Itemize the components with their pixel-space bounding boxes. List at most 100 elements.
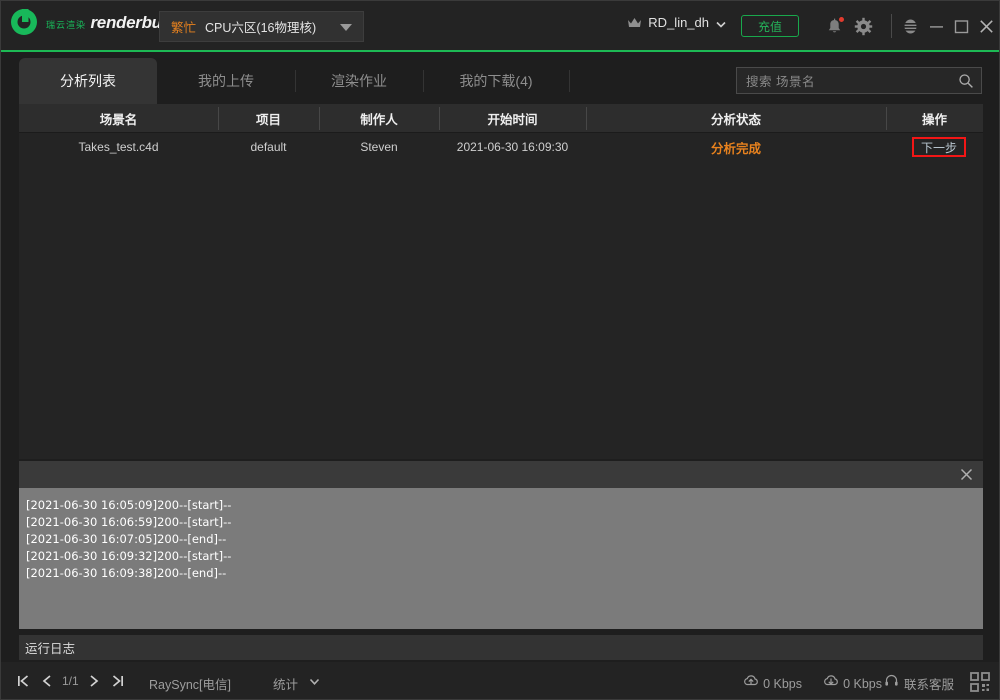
- next-step-label: 下一步: [921, 139, 957, 156]
- download-speed: 0 Kbps: [823, 673, 882, 694]
- column-divider: [586, 107, 587, 130]
- last-page-icon[interactable]: [106, 670, 130, 692]
- logo-text: 瑞云渲染 renderbus: [44, 14, 171, 33]
- tab-divider: [423, 70, 424, 92]
- log-line: [2021-06-30 16:09:38]200--[end]--: [26, 565, 983, 582]
- column-divider: [886, 107, 887, 130]
- log-panel: [2021-06-30 16:05:09]200--[start]-- [202…: [19, 461, 983, 629]
- log-line: [2021-06-30 16:06:59]200--[start]--: [26, 514, 983, 531]
- search-icon[interactable]: [958, 73, 974, 89]
- table-row[interactable]: Takes_test.c4d default Steven 2021-06-30…: [19, 133, 983, 161]
- tab-bar: 分析列表 我的上传 渲染作业 我的下载(4) 搜索 场景名: [1, 54, 999, 104]
- bell-icon[interactable]: [825, 17, 844, 36]
- app-window: 瑞云渲染 renderbus 繁忙 CPU六区(16物理核) RD_lin_dh: [0, 0, 1000, 700]
- analysis-table: 场景名 项目 制作人 开始时间 分析状态 操作: [19, 104, 983, 459]
- log-line: [2021-06-30 16:07:05]200--[end]--: [26, 531, 983, 548]
- first-page-icon[interactable]: [11, 670, 35, 692]
- column-header-start-time: 开始时间: [439, 104, 586, 133]
- crown-icon: [627, 16, 642, 29]
- log-panel-header: [19, 461, 983, 488]
- chevron-down-icon: [715, 17, 727, 29]
- column-header-status: 分析状态: [586, 104, 886, 133]
- column-label: 制作人: [360, 109, 398, 128]
- pagination: 1/1: [11, 670, 130, 692]
- column-divider: [319, 107, 320, 130]
- column-divider: [218, 107, 219, 130]
- column-header-author: 制作人: [319, 104, 439, 133]
- column-header-scene: 场景名: [19, 104, 218, 133]
- recharge-button[interactable]: 充值: [741, 15, 799, 37]
- next-page-icon[interactable]: [82, 670, 106, 692]
- upload-speed-value: 0 Kbps: [763, 677, 802, 691]
- cpu-zone-label: CPU六区(16物理核): [205, 17, 316, 36]
- column-label: 场景名: [100, 109, 138, 128]
- skin-icon[interactable]: [901, 17, 920, 36]
- cloud-download-icon: [823, 673, 839, 694]
- run-log-label: 运行日志: [25, 638, 75, 657]
- cpu-zone-select[interactable]: 繁忙 CPU六区(16物理核): [159, 11, 364, 42]
- close-icon[interactable]: [958, 466, 975, 483]
- notification-badge: [838, 16, 845, 23]
- close-icon[interactable]: [977, 17, 996, 36]
- cell-start-time: 2021-06-30 16:09:30: [439, 133, 586, 161]
- column-label: 操作: [922, 109, 947, 128]
- next-step-button[interactable]: 下一步: [912, 137, 966, 157]
- cell-status: 分析完成: [586, 133, 886, 161]
- search-box[interactable]: 搜索 场景名: [736, 67, 982, 94]
- upload-speed: 0 Kbps: [743, 673, 802, 694]
- chevron-down-icon: [340, 24, 352, 31]
- cpu-status-label: 繁忙: [171, 17, 196, 36]
- contact-support-button[interactable]: 联系客服: [884, 673, 954, 693]
- author-name: Steven: [360, 140, 397, 154]
- column-header-action: 操作: [886, 104, 983, 133]
- tab-divider: [569, 70, 570, 92]
- column-label: 项目: [256, 109, 281, 128]
- log-line: [2021-06-30 16:05:09]200--[start]--: [26, 497, 983, 514]
- maximize-icon[interactable]: [952, 17, 971, 36]
- contact-support-label: 联系客服: [904, 674, 954, 693]
- tab-my-uploads[interactable]: 我的上传: [157, 58, 295, 104]
- toolbar-divider: [891, 14, 892, 38]
- tab-label: 我的上传: [198, 71, 254, 91]
- status-badge: 分析完成: [711, 138, 761, 157]
- run-log-bar[interactable]: 运行日志: [19, 635, 983, 660]
- project-name: default: [250, 140, 286, 154]
- user-name-label: RD_lin_dh: [648, 15, 709, 30]
- column-label: 开始时间: [487, 109, 537, 128]
- tab-divider: [295, 70, 296, 92]
- statistics-menu[interactable]: 统计: [273, 674, 321, 693]
- page-indicator: 1/1: [62, 674, 79, 688]
- column-divider: [439, 107, 440, 130]
- statistics-label: 统计: [273, 674, 298, 693]
- user-menu[interactable]: RD_lin_dh: [627, 15, 727, 30]
- recharge-label: 充值: [758, 18, 782, 35]
- headset-icon: [884, 673, 899, 693]
- renderbus-logo-icon: [9, 7, 39, 37]
- logo-chinese-text: 瑞云渲染: [44, 21, 86, 31]
- cell-project: default: [218, 133, 319, 161]
- tab-analysis-list[interactable]: 分析列表: [19, 58, 157, 104]
- table-header: 场景名 项目 制作人 开始时间 分析状态 操作: [19, 104, 983, 133]
- qr-code-icon[interactable]: [969, 671, 991, 693]
- tab-my-downloads[interactable]: 我的下载(4): [423, 58, 569, 104]
- column-header-project: 项目: [218, 104, 319, 133]
- cell-scene: Takes_test.c4d: [19, 133, 218, 161]
- minimize-icon[interactable]: [927, 17, 946, 36]
- log-output[interactable]: [2021-06-30 16:05:09]200--[start]-- [202…: [19, 488, 983, 629]
- download-speed-value: 0 Kbps: [843, 677, 882, 691]
- raysync-label[interactable]: RaySync[电信]: [149, 674, 231, 693]
- tab-label: 分析列表: [60, 71, 116, 91]
- cell-author: Steven: [319, 133, 439, 161]
- prev-page-icon[interactable]: [35, 670, 59, 692]
- cloud-upload-icon: [743, 673, 759, 694]
- tab-label: 渲染作业: [331, 71, 387, 91]
- tab-render-jobs[interactable]: 渲染作业: [295, 58, 423, 104]
- app-logo: 瑞云渲染 renderbus: [9, 7, 171, 37]
- chevron-down-icon: [308, 675, 321, 693]
- scene-name: Takes_test.c4d: [78, 140, 158, 154]
- gear-icon[interactable]: [854, 17, 873, 36]
- log-line: [2021-06-30 16:09:32]200--[start]--: [26, 548, 983, 565]
- column-label: 分析状态: [711, 109, 761, 128]
- search-input[interactable]: 搜索 场景名: [746, 71, 815, 90]
- status-bar: 1/1 RaySync[电信] 统计: [1, 662, 999, 699]
